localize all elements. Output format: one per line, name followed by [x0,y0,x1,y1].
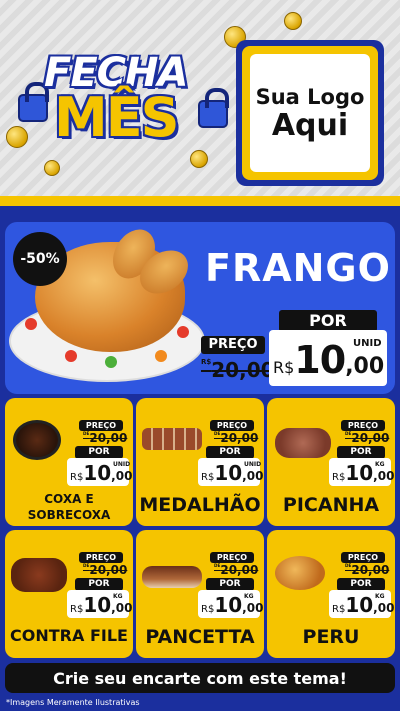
header-banner: FECHA MÊS Sua Logo Aqui [0,0,400,200]
coin-icon [44,160,60,176]
coxa-image [13,420,61,460]
coin-icon [284,12,302,30]
product-card: PREÇO DE20,00 POR R$10,00 KG PICANHA [267,398,395,526]
disclaimer: *Imagens Meramente Ilustrativas [6,698,140,707]
unit-label: KG [375,461,385,468]
new-price: R$10,00 [201,593,264,617]
old-price: DE20,00 [345,563,390,577]
new-price: R$10,00 [70,593,133,617]
cta-banner[interactable]: Crie seu encarte com este tema! [5,663,395,693]
por-label: POR [279,310,377,332]
product-name: PICANHA [282,494,380,516]
headline-line2: MÊS [54,86,180,149]
feature-offer: -50% FRANGO PREÇO R$20,00 POR R$10,00 UN… [5,222,395,394]
feature-title: FRANGO [205,246,391,290]
product-card: PREÇO DE20,00 POR R$10,00 UNID COXA E SOBRECOX… [5,398,133,526]
peru-image [275,556,325,590]
old-price: R$20,00 [201,358,275,382]
old-price: DE20,00 [83,431,128,445]
padlock-icon [198,88,229,128]
unit-label: UNID [353,338,382,349]
header-stripe [0,196,400,206]
product-card: PREÇO DE20,00 POR R$10,00 KG PERU [267,530,395,658]
preco-label: PREÇO [341,552,385,563]
logo-line1: Sua Logo [255,84,365,109]
product-name: CONTRA FILE [10,626,128,645]
preco-label: PREÇO [201,336,265,354]
product-name: COXA E [44,492,94,506]
old-price: DE20,00 [214,431,259,445]
unit-label: KG [113,593,123,600]
preco-label: PREÇO [210,552,254,563]
unit-label: KG [244,593,254,600]
old-price: DE20,00 [83,563,128,577]
old-price: DE20,00 [214,563,259,577]
unit-label: UNID [244,461,262,468]
preco-label: PREÇO [341,420,385,431]
preco-label: PREÇO [210,420,254,431]
preco-label: PREÇO [79,552,123,563]
product-name-line2: SOBRECOXA [27,508,111,522]
contra-file-image [11,558,67,592]
new-price: R$10,00 [332,593,395,617]
pancetta-image [142,566,202,588]
product-name: PERU [302,626,360,648]
product-card: PREÇO DE20,00 POR R$10,00 UNID MEDALHÃO [136,398,264,526]
picanha-image [275,428,331,458]
new-price: R$10,00 [332,461,395,485]
old-price: DE20,00 [345,431,390,445]
product-name: PANCETTA [145,626,255,648]
unit-label: KG [375,593,385,600]
padlock-icon [18,82,49,122]
headline: FECHA MÊS [18,42,229,162]
unit-label: UNID [113,461,131,468]
preco-label: PREÇO [79,420,123,431]
discount-badge: -50% [13,232,67,286]
product-card: PREÇO DE20,00 POR R$10,00 KG PANCETTA [136,530,264,658]
logo-line2: Aqui [271,107,349,143]
medalhao-image [142,428,202,450]
product-name: MEDALHÃO [139,494,261,516]
logo-placeholder: Sua Logo Aqui [236,40,384,186]
product-card: PREÇO DE20,00 POR R$10,00 KG CONTRA FILE [5,530,133,658]
